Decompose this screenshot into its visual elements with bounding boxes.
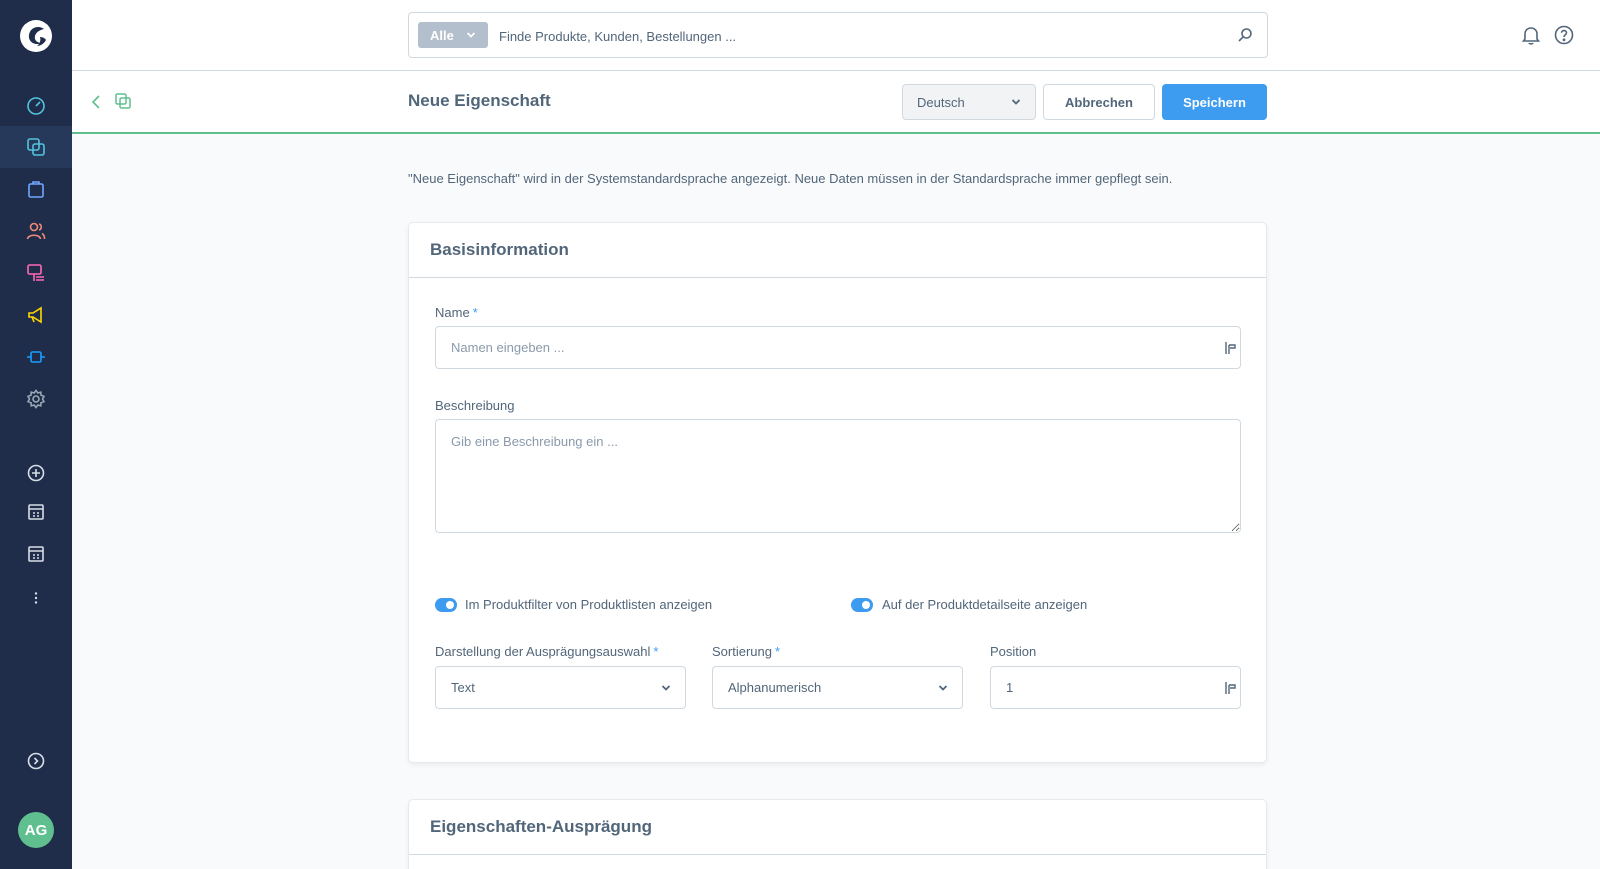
save-button[interactable]: Speichern (1162, 84, 1267, 120)
nav-dashboard[interactable] (0, 84, 72, 126)
admin-sidebar: AG (0, 0, 72, 869)
bell-icon[interactable] (1520, 24, 1542, 46)
card-title: Basisinformation (409, 223, 1266, 278)
orders-icon (28, 181, 44, 198)
nav-more[interactable] (0, 577, 72, 619)
help-icon[interactable] (1553, 24, 1575, 46)
smart-bar: Neue Eigenschaft Deutsch Abbrechen Speic… (72, 71, 1600, 134)
shopware-logo[interactable] (18, 18, 54, 54)
global-search: Alle (408, 12, 1268, 58)
nav-marketing[interactable] (0, 294, 72, 336)
storefront-icon (28, 504, 44, 520)
nav-orders[interactable] (0, 168, 72, 210)
chevron-down-icon (938, 685, 948, 691)
back-arrow-icon[interactable] (90, 93, 102, 111)
display-type-label: Darstellung der Ausprägungsauswahl * (435, 644, 659, 659)
default-language-notice: "Neue Eigenschaft" wird in der Systemsta… (408, 171, 1173, 186)
translation-icon (1225, 342, 1236, 354)
nav-customers[interactable] (0, 210, 72, 252)
language-switch[interactable]: Deutsch (902, 84, 1036, 120)
settings-icon (26, 389, 46, 409)
page-title: Neue Eigenschaft (408, 91, 551, 110)
search-icon[interactable] (1237, 27, 1253, 43)
chevron-down-icon (466, 32, 476, 38)
collapse-sidebar-button[interactable] (0, 740, 72, 782)
chevron-down-icon (661, 685, 671, 691)
sorting-label: Sortierung * (712, 644, 781, 659)
headless-icon (28, 546, 44, 562)
property-options-card: Eigenschaften-Ausprägung (408, 799, 1267, 869)
product-detail-toggle-label: Auf der Produktdetailseite anzeigen (882, 597, 1088, 612)
description-field[interactable] (435, 419, 1241, 533)
product-detail-toggle[interactable] (851, 598, 873, 612)
required-marker: * (653, 644, 659, 659)
display-type-value: Text (451, 680, 475, 695)
extensions-icon (27, 351, 45, 363)
sorting-select[interactable]: Alphanumerisch (712, 666, 963, 709)
name-label: Name * (435, 305, 478, 320)
product-filter-toggle-label: Im Produktfilter von Produktlisten anzei… (465, 597, 713, 612)
search-type-label: Alle (430, 27, 454, 43)
product-filter-toggle[interactable] (435, 598, 457, 612)
position-field[interactable] (990, 666, 1241, 709)
nav-extensions[interactable] (0, 336, 72, 378)
required-marker: * (774, 644, 781, 659)
number-stepper-icon[interactable] (1225, 681, 1237, 695)
catalog-icon (27, 138, 45, 156)
user-avatar[interactable]: AG (18, 812, 54, 848)
description-label: Beschreibung (435, 398, 515, 413)
card-title: Eigenschaften-Ausprägung (409, 800, 1266, 855)
cancel-button[interactable]: Abbrechen (1043, 84, 1155, 120)
top-header: Alle (72, 0, 1600, 71)
sorting-value: Alphanumerisch (728, 680, 822, 695)
add-sales-channel-icon (27, 464, 45, 482)
nav-content[interactable] (0, 252, 72, 294)
catalog-module-icon (115, 93, 131, 109)
nav-settings[interactable] (0, 378, 72, 420)
position-label: Position (990, 644, 1037, 659)
display-type-select[interactable]: Text (435, 666, 686, 709)
more-icon (34, 592, 38, 604)
name-field[interactable] (435, 326, 1241, 369)
nav-sales-channel-storefront[interactable] (0, 491, 72, 533)
search-input[interactable] (499, 25, 1199, 47)
nav-catalog[interactable] (0, 126, 72, 168)
collapse-icon (27, 752, 45, 770)
basic-info-card: Basisinformation Name* Beschreibung Im P… (408, 222, 1267, 763)
nav-add-sales-channel[interactable] (0, 452, 72, 494)
language-value: Deutsch (917, 94, 965, 110)
chevron-down-icon (1011, 99, 1021, 105)
search-type-dropdown[interactable]: Alle (418, 22, 488, 48)
marketing-icon (28, 306, 42, 324)
dashboard-icon (27, 97, 45, 115)
required-marker: * (472, 305, 478, 320)
nav-sales-channel-headless[interactable] (0, 533, 72, 575)
content-icon (27, 264, 44, 281)
customers-icon (26, 222, 46, 240)
